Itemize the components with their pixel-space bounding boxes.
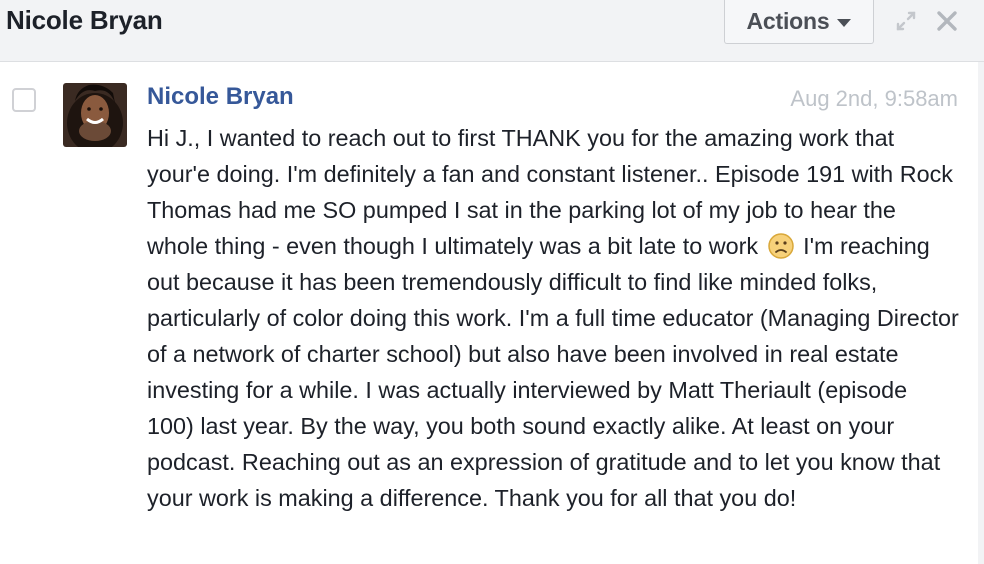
caret-down-icon xyxy=(837,19,852,27)
message-body: Hi J., I wanted to reach out to first TH… xyxy=(147,120,959,516)
expand-icon[interactable] xyxy=(893,8,919,34)
message-timestamp: Aug 2nd, 9:58am xyxy=(790,86,958,111)
avatar[interactable] xyxy=(63,83,127,147)
close-icon[interactable] xyxy=(934,8,960,34)
actions-dropdown-button[interactable]: Actions xyxy=(724,0,874,44)
conversation-title: Nicole Bryan xyxy=(6,5,163,35)
scrollbar-track[interactable] xyxy=(978,62,984,564)
message-select-checkbox[interactable] xyxy=(12,88,36,112)
actions-label: Actions xyxy=(746,8,830,34)
frown-emoji-icon xyxy=(767,232,795,260)
sender-name-link[interactable]: Nicole Bryan xyxy=(147,83,294,111)
message-text-part2: I'm reaching out because it has been tre… xyxy=(147,233,959,511)
conversation-header: Nicole Bryan Actions xyxy=(0,0,984,62)
